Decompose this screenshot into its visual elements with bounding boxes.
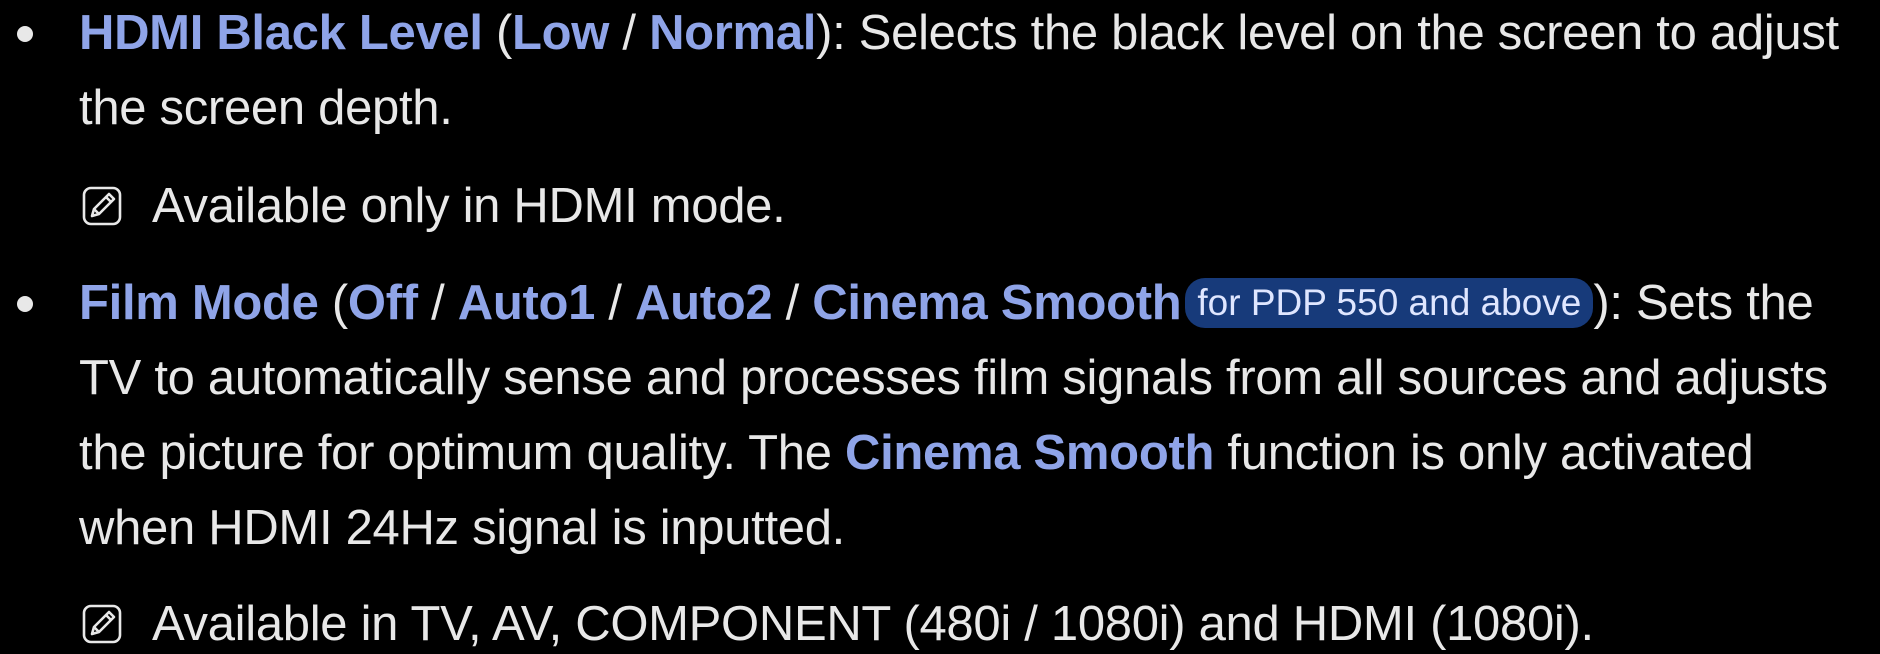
option-auto1: Auto1 [457,276,596,330]
close-paren: ) [816,6,833,60]
bullet-icon [17,26,33,42]
option-separator: / [417,276,458,330]
option-separator: / [609,6,650,60]
close-paren: ) [1593,276,1610,330]
item-title: Film Mode [79,276,319,330]
option-separator: / [595,276,636,330]
option-off: Off [347,276,418,330]
note-pencil-icon [82,604,122,644]
open-paren: ( [318,276,348,330]
option-cinema-smooth: Cinema Smooth [812,276,1182,330]
hdmi-black-level-note: Available only in HDMI mode. [82,176,786,236]
note-pencil-icon [82,186,122,226]
bullet-icon [17,296,33,312]
film-mode-paragraph: Film Mode (Off / Auto1 / Auto2 / Cinema … [79,266,1869,566]
option-auto2: Auto2 [635,276,773,330]
model-badge: for PDP 550 and above [1185,278,1594,328]
hdmi-black-level-paragraph: HDMI Black Level (Low / Normal): Selects… [79,0,1869,146]
highlight-cinema-smooth: Cinema Smooth [845,426,1215,480]
note-text: Available in TV, AV, COMPONENT (480i / 1… [152,597,1594,651]
note-text: Available only in HDMI mode. [152,179,786,233]
option-normal: Normal [649,6,817,60]
film-mode-note: Available in TV, AV, COMPONENT (480i / 1… [82,594,1594,654]
option-separator: / [772,276,813,330]
option-low: Low [512,6,610,60]
open-paren: ( [482,6,513,60]
item-title: HDMI Black Level [79,6,483,60]
